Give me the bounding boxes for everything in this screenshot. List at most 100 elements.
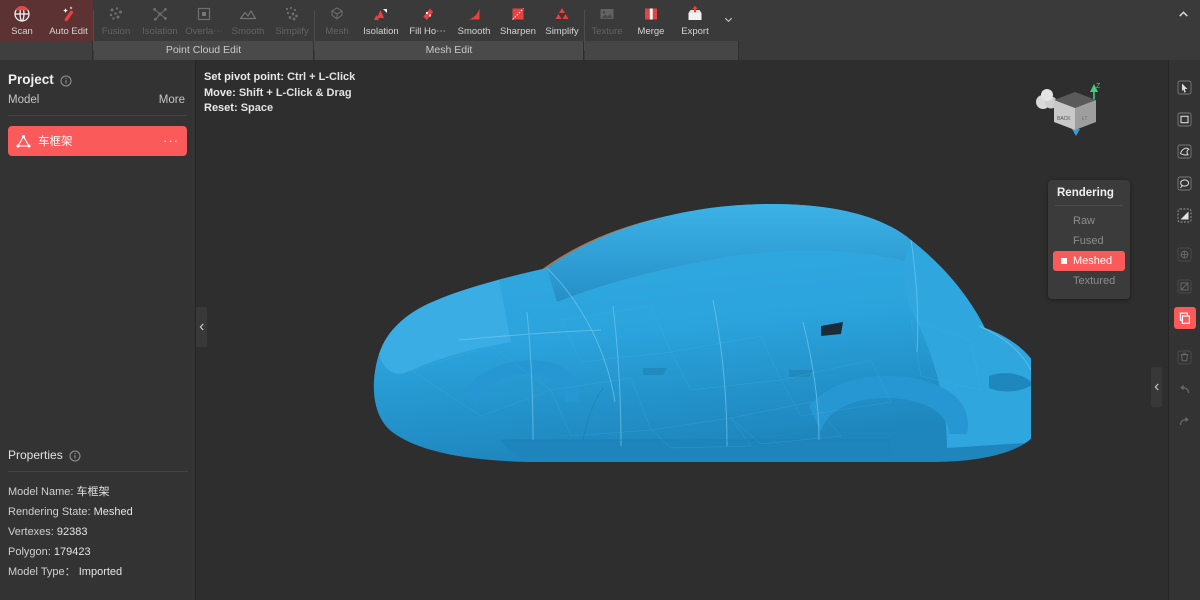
rendering-option-textured[interactable]: Textured — [1053, 271, 1125, 291]
right-tools-toolbar — [1168, 60, 1200, 600]
car-model-mesh[interactable] — [351, 140, 1031, 560]
rendering-panel: Rendering Raw Fused Meshed Textured — [1048, 180, 1130, 299]
lasso-select-icon[interactable] — [1174, 172, 1196, 194]
fusion-button[interactable]: Fusion — [94, 0, 138, 41]
project-divider — [8, 115, 187, 116]
export-button[interactable]: Export — [673, 0, 717, 41]
view-cube-icon[interactable]: Z BACK LT — [1044, 80, 1106, 138]
select-all-icon[interactable] — [1174, 307, 1196, 329]
scan-button[interactable]: Scan — [0, 0, 44, 41]
axis-label-z: Z — [1096, 83, 1101, 90]
fusion-points-icon — [106, 4, 126, 24]
property-row: Polygon: 179423 — [8, 542, 188, 562]
overlap-label: Overla⋯ — [185, 26, 222, 38]
properties-list: Model Name: 车框架 Rendering State: Meshed … — [0, 472, 196, 582]
info-icon[interactable] — [60, 74, 72, 86]
rendering-option-fused[interactable]: Fused — [1053, 231, 1125, 251]
right-panel-collapse-handle[interactable] — [1151, 367, 1162, 407]
property-value: 92383 — [57, 526, 88, 538]
fill-hole-label: Fill Ho⋯ — [409, 26, 445, 38]
mesh-button[interactable]: Mesh — [315, 0, 359, 41]
chevron-down-icon — [723, 12, 734, 30]
properties-title: Properties — [8, 448, 63, 462]
undo-icon[interactable] — [1174, 378, 1196, 400]
point-cloud-edit-items: Fusion Isolation Overla⋯ — [94, 0, 314, 41]
property-row: Model Type： Imported — [8, 562, 188, 582]
rendering-panel-divider — [1055, 205, 1123, 206]
auto-edit-wand-icon — [59, 4, 79, 24]
mesh-simplify-button[interactable]: Simplify — [540, 0, 584, 41]
output-group-label — [585, 41, 739, 60]
mesh-simplify-label: Simplify — [545, 26, 578, 38]
simplify-pc-button[interactable]: Simplify — [270, 0, 314, 41]
rendering-option-label: Fused — [1073, 235, 1104, 247]
auto-edit-button[interactable]: Auto Edit — [44, 0, 93, 41]
properties-header: Properties — [0, 448, 196, 462]
redo-icon[interactable] — [1174, 410, 1196, 432]
rendering-panel-title: Rendering — [1048, 187, 1130, 205]
merge-button[interactable]: Merge — [629, 0, 673, 41]
mesh-label: Mesh — [325, 26, 348, 38]
rendering-option-label: Textured — [1073, 275, 1115, 287]
rendering-option-raw[interactable]: Raw — [1053, 211, 1125, 231]
isolation-pc-button[interactable]: Isolation — [138, 0, 182, 41]
brush-select-icon[interactable] — [1174, 204, 1196, 226]
fusion-label: Fusion — [102, 26, 131, 38]
list-item[interactable]: 车框架 ··· — [8, 126, 187, 156]
page-title: Project — [8, 72, 54, 87]
isolation-pc-label: Isolation — [142, 26, 177, 38]
property-label: Model Type： — [8, 566, 76, 578]
merge-icon — [641, 4, 661, 24]
fill-hole-icon — [418, 4, 438, 24]
smooth-pc-label: Smooth — [232, 26, 265, 38]
rendering-option-meshed[interactable]: Meshed — [1053, 251, 1125, 271]
ellipsis-icon[interactable]: ··· — [163, 137, 179, 145]
texture-button[interactable]: Texture — [585, 0, 629, 41]
cube-face-back: BACK — [1057, 116, 1071, 122]
property-label: Polygon: — [8, 546, 51, 558]
ribbon-group-main-items: Scan Auto Edit — [0, 0, 93, 41]
smooth-pc-button[interactable]: Smooth — [226, 0, 270, 41]
left-panel-collapse-handle[interactable] — [196, 307, 207, 347]
ribbon-collapse-button[interactable] — [1172, 6, 1194, 28]
ribbon-group-main: Scan Auto Edit — [0, 0, 93, 60]
mesh-grid-icon — [327, 4, 347, 24]
rendering-option-label: Meshed — [1073, 255, 1112, 267]
mesh-smooth-button[interactable]: Smooth — [452, 0, 496, 41]
rectangle-select-icon[interactable] — [1174, 108, 1196, 130]
polygon-select-icon[interactable] — [1174, 140, 1196, 162]
point-cloud-edit-group-label: Point Cloud Edit — [94, 41, 314, 60]
simplify-pc-label: Simplify — [275, 26, 308, 38]
export-label: Export — [681, 26, 708, 38]
more-button[interactable]: More — [159, 94, 185, 106]
invert-selection-icon[interactable] — [1174, 275, 1196, 297]
merge-label: Merge — [638, 26, 665, 38]
mesh-edit-group-label: Mesh Edit — [315, 41, 584, 60]
overlap-square-icon — [194, 4, 214, 24]
ribbon-toolbar: Scan Auto Edit — [0, 0, 1200, 60]
property-value: Imported — [79, 566, 122, 578]
delete-icon[interactable] — [1174, 346, 1196, 368]
mesh-sharpen-label: Sharpen — [500, 26, 536, 38]
viewport-3d[interactable]: Set pivot point: Ctrl + L-Click Move: Sh… — [196, 60, 1168, 600]
property-label: Model Name: — [8, 486, 73, 498]
select-cursor-icon[interactable] — [1174, 76, 1196, 98]
mesh-edit-items: Mesh Isolation Fill Ho⋯ — [315, 0, 584, 41]
mesh-isolation-button[interactable]: Isolation — [359, 0, 403, 41]
export-dropdown-button[interactable] — [717, 0, 739, 41]
select-through-icon[interactable] — [1174, 243, 1196, 265]
mesh-smooth-icon — [464, 4, 484, 24]
auto-edit-label: Auto Edit — [49, 26, 88, 38]
info-icon[interactable] — [69, 449, 81, 461]
property-value: Meshed — [94, 506, 133, 518]
overlap-button[interactable]: Overla⋯ — [182, 0, 226, 41]
mesh-sharpen-button[interactable]: Sharpen — [496, 0, 540, 41]
mesh-simplify-icon — [552, 4, 572, 24]
mesh-isolation-label: Isolation — [363, 26, 398, 38]
property-row: Model Name: 车框架 — [8, 482, 188, 502]
model-section-row: Model More — [0, 87, 195, 106]
project-panel-header: Project — [0, 60, 195, 87]
chevron-up-icon — [1177, 8, 1190, 26]
scan-label: Scan — [11, 26, 33, 38]
fill-hole-button[interactable]: Fill Ho⋯ — [403, 0, 452, 41]
